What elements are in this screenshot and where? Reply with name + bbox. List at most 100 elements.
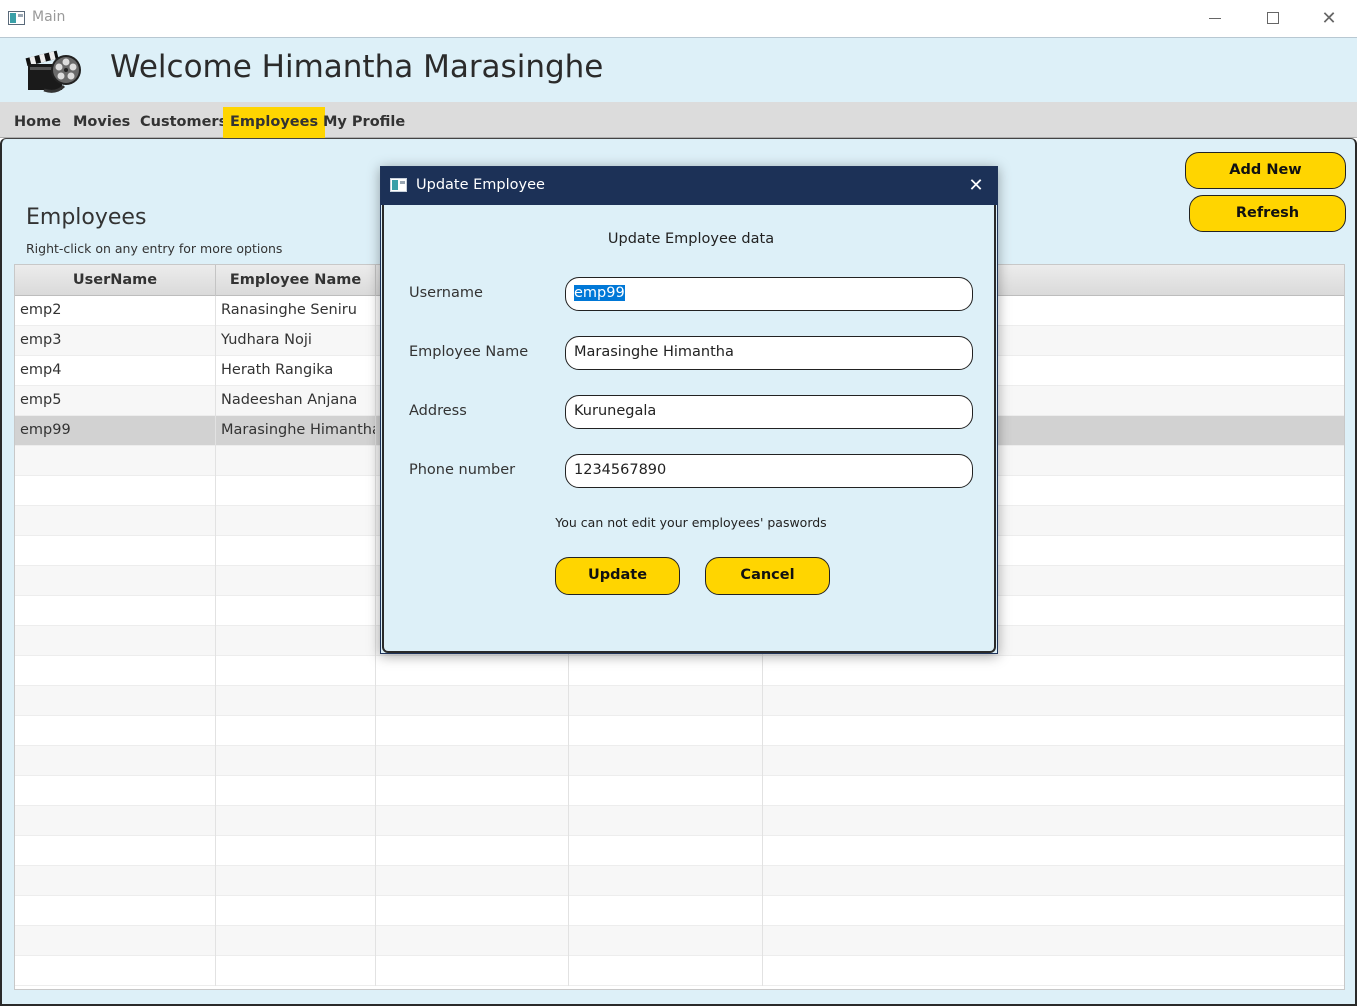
page-title: Employees [26, 205, 147, 230]
minimize-icon [1209, 17, 1221, 19]
table-cell [216, 926, 376, 956]
table-cell [569, 656, 763, 686]
close-window-button[interactable]: ✕ [1300, 0, 1357, 36]
table-row[interactable] [15, 836, 1344, 866]
table-row[interactable] [15, 956, 1344, 986]
dialog-window-icon [390, 178, 407, 192]
update-employee-dialog: Update Employee ✕ Update Employee data U… [380, 166, 998, 654]
close-icon: ✕ [1321, 7, 1337, 29]
refresh-button[interactable]: Refresh [1189, 195, 1346, 232]
table-cell [569, 956, 763, 986]
table-cell [376, 686, 569, 716]
table-cell [216, 626, 376, 656]
table-cell [216, 446, 376, 476]
add-new-employees-button[interactable]: Add New Employees [1185, 152, 1346, 212]
welcome-heading: Welcome Himantha Marasinghe [110, 49, 604, 85]
username-field[interactable]: emp99 [565, 277, 973, 311]
table-cell [763, 956, 1344, 986]
tab-customers[interactable]: Customers [133, 107, 234, 138]
employee-name-label: Employee Name [409, 344, 529, 360]
phone-number-label: Phone number [409, 462, 516, 478]
table-cell [569, 716, 763, 746]
table-cell [216, 536, 376, 566]
table-cell [15, 506, 216, 536]
table-cell [763, 686, 1344, 716]
table-cell [569, 926, 763, 956]
table-cell [569, 836, 763, 866]
table-cell [216, 686, 376, 716]
dialog-title: Update Employee [416, 177, 545, 193]
table-cell: Herath Rangika [216, 356, 376, 386]
tab-employees[interactable]: Employees [223, 107, 326, 138]
table-cell [763, 716, 1344, 746]
page-hint: Right-click on any entry for more option… [26, 241, 283, 256]
table-cell [763, 836, 1344, 866]
close-icon: ✕ [968, 175, 984, 196]
table-cell [15, 686, 216, 716]
table-cell [763, 806, 1344, 836]
column-header-employee-name[interactable]: Employee Name [216, 265, 376, 296]
employee-name-field[interactable]: Marasinghe Himantha [565, 336, 973, 370]
table-cell [216, 476, 376, 506]
table-row[interactable] [15, 896, 1344, 926]
table-row[interactable] [15, 926, 1344, 956]
maximize-button[interactable] [1244, 0, 1302, 36]
table-cell [15, 536, 216, 566]
table-cell [15, 446, 216, 476]
table-row[interactable] [15, 866, 1344, 896]
table-cell [376, 716, 569, 746]
table-cell [216, 506, 376, 536]
table-cell [216, 656, 376, 686]
table-cell [763, 656, 1344, 686]
column-header-username[interactable]: UserName [15, 265, 216, 296]
window-title: Main [32, 9, 66, 25]
table-row[interactable] [15, 806, 1344, 836]
table-cell [569, 776, 763, 806]
app-header: Welcome Himantha Marasinghe [0, 37, 1357, 102]
dialog-body: Update Employee data Username emp99 Empl… [382, 205, 996, 653]
update-button[interactable]: Update [555, 557, 680, 595]
table-cell [763, 776, 1344, 806]
maximize-icon [1267, 12, 1279, 24]
table-cell [15, 476, 216, 506]
table-row[interactable] [15, 656, 1344, 686]
table-cell [15, 926, 216, 956]
table-cell [569, 896, 763, 926]
table-row[interactable] [15, 746, 1344, 776]
table-cell [376, 896, 569, 926]
table-cell [376, 656, 569, 686]
cancel-button[interactable]: Cancel [705, 557, 830, 595]
table-cell [569, 686, 763, 716]
tab-home[interactable]: Home [7, 107, 68, 138]
table-cell [376, 926, 569, 956]
table-cell: Ranasinghe Seniru [216, 296, 376, 326]
table-cell [376, 806, 569, 836]
tab-movies[interactable]: Movies [66, 107, 137, 138]
table-cell: emp3 [15, 326, 216, 356]
dialog-close-button[interactable]: ✕ [961, 173, 991, 199]
phone-number-field[interactable]: 1234567890 [565, 454, 973, 488]
username-label: Username [409, 285, 483, 301]
table-cell [15, 746, 216, 776]
table-cell [15, 716, 216, 746]
table-row[interactable] [15, 686, 1344, 716]
table-cell: Marasinghe Himantha [216, 416, 376, 446]
table-row[interactable] [15, 776, 1344, 806]
table-cell [569, 866, 763, 896]
address-label: Address [409, 403, 467, 419]
table-cell [763, 926, 1344, 956]
password-note: You can not edit your employees' pasword… [555, 515, 827, 530]
table-cell [376, 746, 569, 776]
table-cell [376, 776, 569, 806]
table-cell [763, 896, 1344, 926]
table-cell: emp2 [15, 296, 216, 326]
table-cell: Nadeeshan Anjana [216, 386, 376, 416]
address-field[interactable]: Kurunegala [565, 395, 973, 429]
table-cell [15, 566, 216, 596]
table-cell: Yudhara Noji [216, 326, 376, 356]
tab-my-profile[interactable]: My Profile [316, 107, 412, 138]
table-cell [15, 776, 216, 806]
table-row[interactable] [15, 716, 1344, 746]
minimize-button[interactable] [1186, 0, 1244, 36]
table-cell [15, 866, 216, 896]
